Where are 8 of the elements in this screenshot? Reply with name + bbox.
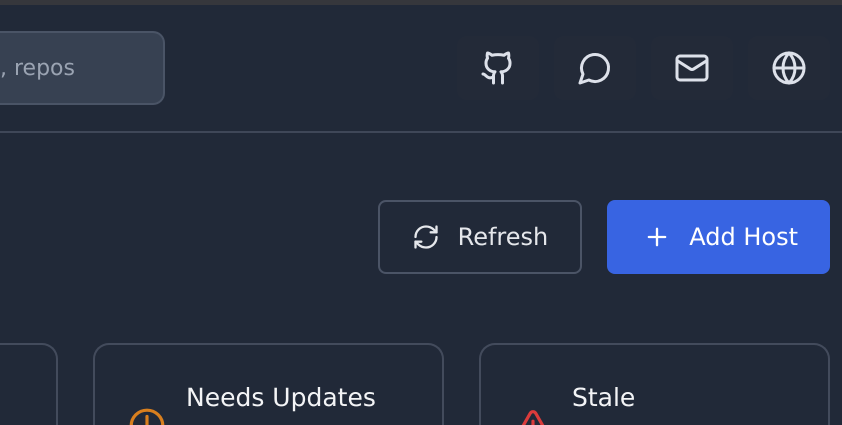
card-title: Needs Updates <box>186 383 376 414</box>
speech-bubble-icon <box>577 50 613 86</box>
add-host-button[interactable]: Add Host <box>607 200 830 274</box>
refresh-button[interactable]: Refresh <box>378 200 582 274</box>
search-field[interactable]: , repos <box>0 31 165 105</box>
globe-icon <box>771 50 807 86</box>
card-title: Stale <box>572 383 636 414</box>
refresh-icon <box>412 223 440 251</box>
